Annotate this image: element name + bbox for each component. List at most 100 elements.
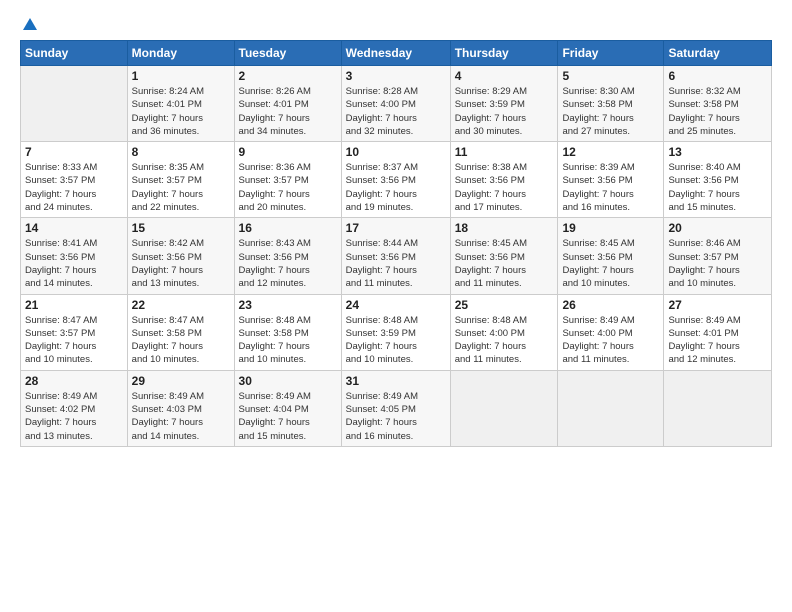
- day-info: Sunrise: 8:33 AMSunset: 3:57 PMDaylight:…: [25, 161, 123, 214]
- weekday-header-thursday: Thursday: [450, 41, 558, 66]
- day-info: Sunrise: 8:44 AMSunset: 3:56 PMDaylight:…: [346, 237, 446, 290]
- day-number: 30: [239, 374, 337, 388]
- day-info: Sunrise: 8:48 AMSunset: 4:00 PMDaylight:…: [455, 314, 554, 367]
- calendar-cell: 17 Sunrise: 8:44 AMSunset: 3:56 PMDayligh…: [341, 218, 450, 294]
- calendar-cell: 19 Sunrise: 8:45 AMSunset: 3:56 PMDayligh…: [558, 218, 664, 294]
- weekday-header-wednesday: Wednesday: [341, 41, 450, 66]
- day-number: 10: [346, 145, 446, 159]
- calendar: SundayMondayTuesdayWednesdayThursdayFrid…: [20, 40, 772, 447]
- day-info: Sunrise: 8:29 AMSunset: 3:59 PMDaylight:…: [455, 85, 554, 138]
- day-number: 2: [239, 69, 337, 83]
- weekday-header-tuesday: Tuesday: [234, 41, 341, 66]
- calendar-cell: 18Sunrise: 8:45 AMSunset: 3:56 PMDayligh…: [450, 218, 558, 294]
- week-row-5: 28 Sunrise: 8:49 AMSunset: 4:02 PMDayligh…: [21, 370, 772, 446]
- calendar-cell: 4 Sunrise: 8:29 AMSunset: 3:59 PMDaylight…: [450, 66, 558, 142]
- day-number: 28: [25, 374, 123, 388]
- day-info: Sunrise: 8:42 AMSunset: 3:56 PMDaylight:…: [132, 237, 230, 290]
- day-info: Sunrise: 8:49 AMSunset: 4:05 PMDaylight:…: [346, 390, 446, 443]
- day-info: Sunrise: 8:49 AMSunset: 4:03 PMDaylight:…: [132, 390, 230, 443]
- calendar-cell: 3 Sunrise: 8:28 AMSunset: 4:00 PMDaylight…: [341, 66, 450, 142]
- day-info: Sunrise: 8:37 AMSunset: 3:56 PMDaylight:…: [346, 161, 446, 214]
- day-number: 31: [346, 374, 446, 388]
- day-number: 20: [668, 221, 767, 235]
- week-row-2: 7 Sunrise: 8:33 AMSunset: 3:57 PMDaylight…: [21, 142, 772, 218]
- calendar-cell: 28 Sunrise: 8:49 AMSunset: 4:02 PMDayligh…: [21, 370, 128, 446]
- day-info: Sunrise: 8:35 AMSunset: 3:57 PMDaylight:…: [132, 161, 230, 214]
- day-number: 27: [668, 298, 767, 312]
- calendar-cell: 2 Sunrise: 8:26 AMSunset: 4:01 PMDaylight…: [234, 66, 341, 142]
- day-number: 8: [132, 145, 230, 159]
- calendar-cell: 6Sunrise: 8:32 AMSunset: 3:58 PMDaylight…: [664, 66, 772, 142]
- day-info: Sunrise: 8:48 AMSunset: 3:59 PMDaylight:…: [346, 314, 446, 367]
- day-number: 9: [239, 145, 337, 159]
- day-info: Sunrise: 8:39 AMSunset: 3:56 PMDaylight:…: [562, 161, 659, 214]
- day-number: 29: [132, 374, 230, 388]
- day-number: 4: [455, 69, 554, 83]
- day-info: Sunrise: 8:43 AMSunset: 3:56 PMDaylight:…: [239, 237, 337, 290]
- weekday-header-sunday: Sunday: [21, 41, 128, 66]
- day-number: 18: [455, 221, 554, 235]
- day-number: 25: [455, 298, 554, 312]
- weekday-header-row: SundayMondayTuesdayWednesdayThursdayFrid…: [21, 41, 772, 66]
- calendar-cell: [664, 370, 772, 446]
- calendar-cell: 22Sunrise: 8:47 AMSunset: 3:58 PMDayligh…: [127, 294, 234, 370]
- logo: [20, 16, 40, 30]
- day-info: Sunrise: 8:36 AMSunset: 3:57 PMDaylight:…: [239, 161, 337, 214]
- day-info: Sunrise: 8:28 AMSunset: 4:00 PMDaylight:…: [346, 85, 446, 138]
- calendar-cell: 15 Sunrise: 8:42 AMSunset: 3:56 PMDayligh…: [127, 218, 234, 294]
- week-row-4: 21 Sunrise: 8:47 AMSunset: 3:57 PMDayligh…: [21, 294, 772, 370]
- calendar-cell: 30 Sunrise: 8:49 AMSunset: 4:04 PMDayligh…: [234, 370, 341, 446]
- page: SundayMondayTuesdayWednesdayThursdayFrid…: [0, 0, 792, 612]
- calendar-cell: 16 Sunrise: 8:43 AMSunset: 3:56 PMDayligh…: [234, 218, 341, 294]
- weekday-header-saturday: Saturday: [664, 41, 772, 66]
- logo-icon: [21, 16, 39, 34]
- calendar-cell: 11 Sunrise: 8:38 AMSunset: 3:56 PMDayligh…: [450, 142, 558, 218]
- day-info: Sunrise: 8:49 AMSunset: 4:04 PMDaylight:…: [239, 390, 337, 443]
- day-number: 24: [346, 298, 446, 312]
- calendar-cell: 7 Sunrise: 8:33 AMSunset: 3:57 PMDaylight…: [21, 142, 128, 218]
- calendar-cell: 14 Sunrise: 8:41 AMSunset: 3:56 PMDayligh…: [21, 218, 128, 294]
- calendar-cell: 31 Sunrise: 8:49 AMSunset: 4:05 PMDayligh…: [341, 370, 450, 446]
- day-info: Sunrise: 8:49 AMSunset: 4:02 PMDaylight:…: [25, 390, 123, 443]
- calendar-cell: 27 Sunrise: 8:49 AMSunset: 4:01 PMDayligh…: [664, 294, 772, 370]
- day-number: 14: [25, 221, 123, 235]
- calendar-cell: 23Sunrise: 8:48 AMSunset: 3:58 PMDayligh…: [234, 294, 341, 370]
- day-info: Sunrise: 8:49 AMSunset: 4:01 PMDaylight:…: [668, 314, 767, 367]
- day-info: Sunrise: 8:41 AMSunset: 3:56 PMDaylight:…: [25, 237, 123, 290]
- day-number: 21: [25, 298, 123, 312]
- day-number: 1: [132, 69, 230, 83]
- day-info: Sunrise: 8:45 AMSunset: 3:56 PMDaylight:…: [562, 237, 659, 290]
- calendar-cell: [21, 66, 128, 142]
- calendar-cell: 26 Sunrise: 8:49 AMSunset: 4:00 PMDayligh…: [558, 294, 664, 370]
- calendar-cell: 9 Sunrise: 8:36 AMSunset: 3:57 PMDaylight…: [234, 142, 341, 218]
- day-info: Sunrise: 8:24 AMSunset: 4:01 PMDaylight:…: [132, 85, 230, 138]
- day-number: 7: [25, 145, 123, 159]
- day-number: 3: [346, 69, 446, 83]
- calendar-cell: 13Sunrise: 8:40 AMSunset: 3:56 PMDayligh…: [664, 142, 772, 218]
- day-number: 19: [562, 221, 659, 235]
- day-number: 11: [455, 145, 554, 159]
- day-number: 23: [239, 298, 337, 312]
- calendar-cell: 5Sunrise: 8:30 AMSunset: 3:58 PMDaylight…: [558, 66, 664, 142]
- day-number: 15: [132, 221, 230, 235]
- day-info: Sunrise: 8:32 AMSunset: 3:58 PMDaylight:…: [668, 85, 767, 138]
- calendar-cell: 24 Sunrise: 8:48 AMSunset: 3:59 PMDayligh…: [341, 294, 450, 370]
- day-info: Sunrise: 8:49 AMSunset: 4:00 PMDaylight:…: [562, 314, 659, 367]
- day-info: Sunrise: 8:30 AMSunset: 3:58 PMDaylight:…: [562, 85, 659, 138]
- header: [20, 16, 772, 30]
- calendar-cell: 20Sunrise: 8:46 AMSunset: 3:57 PMDayligh…: [664, 218, 772, 294]
- day-info: Sunrise: 8:26 AMSunset: 4:01 PMDaylight:…: [239, 85, 337, 138]
- calendar-cell: [558, 370, 664, 446]
- day-number: 16: [239, 221, 337, 235]
- day-info: Sunrise: 8:47 AMSunset: 3:57 PMDaylight:…: [25, 314, 123, 367]
- day-number: 26: [562, 298, 659, 312]
- day-number: 17: [346, 221, 446, 235]
- day-number: 12: [562, 145, 659, 159]
- calendar-cell: 1 Sunrise: 8:24 AMSunset: 4:01 PMDaylight…: [127, 66, 234, 142]
- day-number: 13: [668, 145, 767, 159]
- weekday-header-monday: Monday: [127, 41, 234, 66]
- calendar-cell: 8 Sunrise: 8:35 AMSunset: 3:57 PMDaylight…: [127, 142, 234, 218]
- calendar-cell: 25 Sunrise: 8:48 AMSunset: 4:00 PMDayligh…: [450, 294, 558, 370]
- day-info: Sunrise: 8:38 AMSunset: 3:56 PMDaylight:…: [455, 161, 554, 214]
- calendar-cell: [450, 370, 558, 446]
